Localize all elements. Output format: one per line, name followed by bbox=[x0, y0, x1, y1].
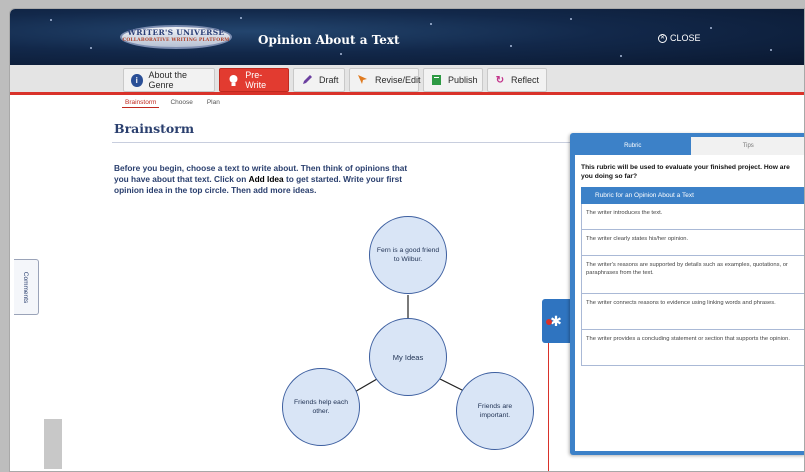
rubric-item[interactable]: The writer clearly states his/her opinio… bbox=[581, 230, 804, 256]
comments-tab[interactable]: Comments bbox=[14, 259, 39, 315]
rubric-header: Rubric for an Opinion About a Text bbox=[581, 187, 804, 204]
idea-node-top[interactable]: Fern is a good friend to Wilbur. bbox=[369, 216, 447, 294]
rubric-item[interactable]: The writer provides a concluding stateme… bbox=[581, 330, 804, 366]
rubric-panel: Rubric Tips This rubric will be used to … bbox=[570, 133, 804, 455]
timeline-marker-dot bbox=[546, 319, 552, 325]
rubric-panel-tabs: Rubric Tips bbox=[575, 137, 804, 155]
idea-node-center[interactable]: My Ideas bbox=[369, 318, 447, 396]
app-window: WRITER'S UNIVERSE COLLABORATIVE WRITING … bbox=[9, 8, 805, 472]
tab-tips[interactable]: Tips bbox=[690, 137, 804, 155]
tab-rubric[interactable]: Rubric bbox=[575, 137, 691, 155]
timeline-marker-line bbox=[548, 325, 549, 471]
scrollbar-thumb[interactable] bbox=[44, 419, 62, 469]
rubric-item[interactable]: The writer's reasons are supported by de… bbox=[581, 256, 804, 294]
rubric-intro: This rubric will be used to evaluate you… bbox=[581, 164, 790, 180]
rubric-panel-body: This rubric will be used to evaluate you… bbox=[575, 155, 804, 451]
idea-node-left[interactable]: Friends help each other. bbox=[282, 368, 360, 446]
idea-node-right[interactable]: Friends are important. bbox=[456, 372, 534, 450]
rubric-item[interactable]: The writer introduces the text. bbox=[581, 204, 804, 230]
rubric-item[interactable]: The writer connects reasons to evidence … bbox=[581, 294, 804, 330]
